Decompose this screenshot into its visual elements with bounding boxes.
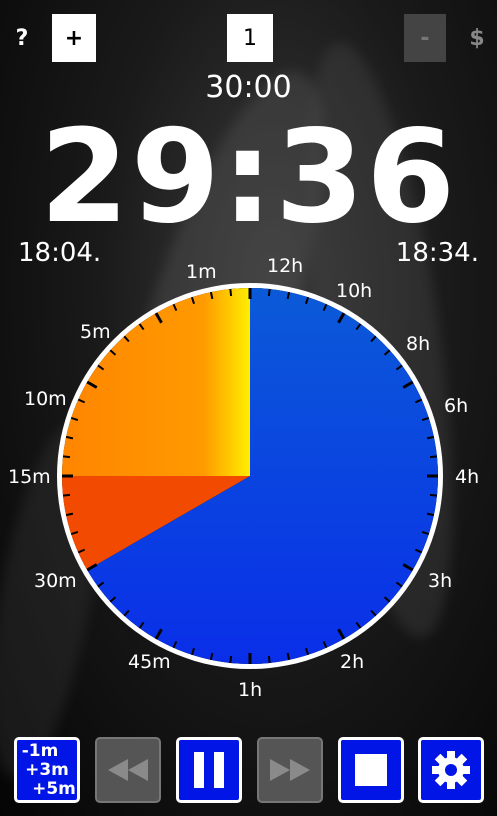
dial-label-5m: 5m	[80, 321, 111, 343]
dial-label-1m: 1m	[186, 261, 217, 283]
dial-tick	[62, 455, 71, 459]
dial-tick	[426, 435, 435, 440]
dial-label-10m: 10m	[24, 388, 67, 410]
elapsed-sector-orange	[62, 288, 250, 476]
pause-button[interactable]	[176, 737, 242, 803]
dial-label-3h: 3h	[428, 570, 452, 592]
dial-label-10h: 10h	[336, 280, 372, 302]
dial-tick	[267, 288, 271, 297]
stop-button[interactable]	[338, 737, 404, 803]
dial-label-2h: 2h	[340, 651, 364, 673]
dial-tick	[65, 435, 74, 440]
fast-forward-button[interactable]	[257, 737, 323, 803]
adjust-plus-5m: +5m	[32, 778, 76, 799]
dial-label-1h: 1h	[238, 679, 262, 701]
dial-tick	[426, 512, 435, 517]
dial-tick	[62, 493, 71, 497]
dial-tick	[209, 291, 214, 300]
dial-tick	[229, 655, 233, 664]
rewind-button[interactable]	[95, 737, 161, 803]
gear-icon	[432, 751, 470, 789]
dial-label-6h: 6h	[444, 395, 468, 417]
rewind-icon	[108, 759, 148, 781]
dial-label-45m: 45m	[128, 651, 171, 673]
pause-icon	[194, 752, 224, 788]
dial-tick	[429, 455, 438, 459]
settings-button[interactable]	[418, 737, 484, 803]
timer-dial[interactable]: 1m 5m 10m 15m 30m 45m 12h 10h 8h 6h 4h 3…	[0, 0, 497, 816]
fast-forward-icon	[270, 759, 310, 781]
dial-label-12h: 12h	[267, 255, 303, 277]
dial-tick	[65, 512, 74, 517]
dial-tick	[229, 288, 233, 297]
dial-tick	[286, 291, 291, 300]
dial-label-15m: 15m	[8, 466, 51, 488]
adjust-time-button[interactable]: -1m +3m +5m	[14, 737, 80, 803]
dial-label-30m: 30m	[34, 570, 77, 592]
dial-label-4h: 4h	[455, 466, 479, 488]
dial-tick	[429, 493, 438, 497]
dial-label-8h: 8h	[406, 333, 430, 355]
dial-tick	[286, 652, 291, 661]
dial-tick	[209, 652, 214, 661]
adjust-plus-3m: +3m	[25, 759, 69, 780]
stop-icon	[355, 754, 387, 786]
dial-tick	[267, 655, 271, 664]
adjust-minus-1m: -1m	[21, 740, 59, 761]
